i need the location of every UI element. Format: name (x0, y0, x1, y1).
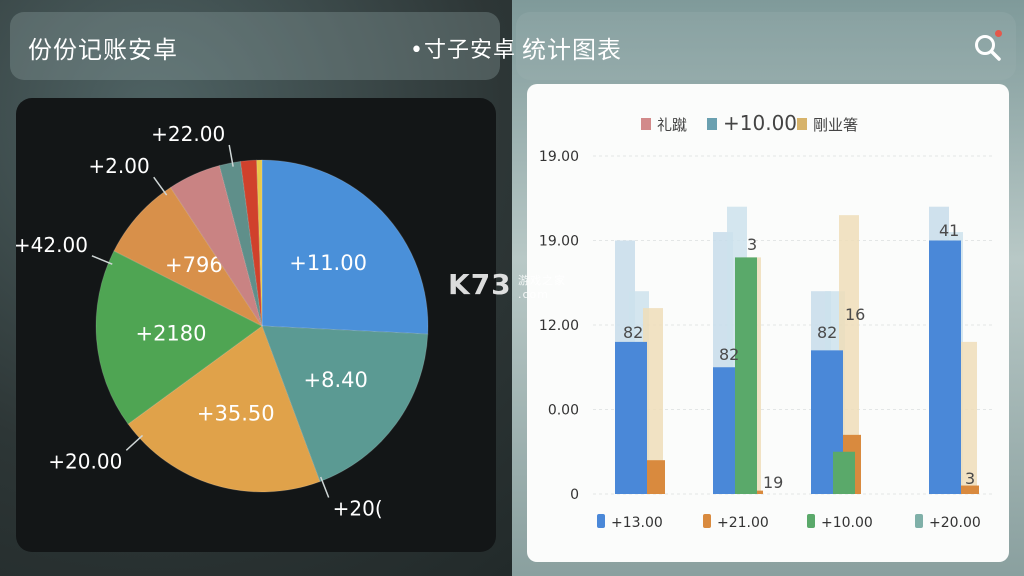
app-title: 份份记账安卓 (28, 36, 178, 64)
bar-value-label: 19 (763, 473, 783, 492)
bar (615, 341, 647, 494)
legend-label: 礼蹴 (657, 116, 687, 134)
legend-bottom-swatch (807, 514, 815, 528)
legend-bottom-label: +13.00 (611, 515, 663, 531)
pie-callout-label: +20( (333, 496, 383, 520)
y-tick-label: 0 (570, 487, 579, 503)
watermark-logo: K73 游戏之家 .com (448, 268, 565, 301)
pie-slice-label: +35.50 (197, 401, 275, 425)
legend-bottom-swatch (703, 514, 711, 528)
pie-callout-line (125, 434, 144, 451)
bar (833, 451, 855, 494)
bar-value-label: 82 (817, 323, 837, 342)
pie-callout-label: +42.00 (16, 233, 88, 257)
bar (647, 460, 665, 494)
y-tick-label: 0.00 (548, 403, 579, 419)
watermark-cn: 游戏之家 (518, 274, 566, 287)
bar-value-label: 3 (747, 235, 757, 254)
pie-callout-line (153, 176, 168, 196)
legend-bottom-label: +21.00 (717, 515, 769, 531)
pie-callout-label: +22.00 (151, 122, 225, 146)
legend-swatch (641, 118, 651, 130)
legend-bottom-label: +10.00 (821, 515, 873, 531)
legend-label: +10.00 (723, 111, 797, 135)
pie-slice-label: +11.00 (289, 251, 367, 275)
y-tick-label: 19.00 (539, 234, 579, 250)
bar-value-label: 82 (623, 323, 643, 342)
bar (735, 257, 757, 494)
notification-dot (995, 30, 1002, 37)
legend-swatch (707, 118, 717, 130)
bar (929, 240, 961, 494)
bar-chart: 礼蹴 +10.00 剛业箸 19.00 19.00 12.00 0.00 0 82 82 3 19 82… (539, 111, 993, 531)
pie-callout-label: +20.00 (48, 449, 122, 473)
pie-chart: +11.00 +8.40 +35.50 +2180 +796 +22.00+2.00 +42… (16, 122, 429, 520)
app-subtitle: •寸子安卓 (410, 38, 516, 63)
pie-chart-panel: +11.00 +8.40 +35.50 +2180 +796 +22.00 +2.00 +42… (16, 98, 496, 552)
pie-slice-label: +8.40 (304, 368, 368, 392)
search-button[interactable] (972, 30, 1004, 64)
watermark-logo-text: K73 (448, 268, 512, 301)
pie-slice-label: +796 (165, 253, 223, 277)
pie-callout-label: +2.00 (88, 154, 149, 178)
bar-value-label: 3 (965, 469, 975, 488)
y-tick-label: 19.00 (539, 149, 579, 165)
bar-chart-card: 礼蹴 +10.00 剛业箸 19.00 19.00 12.00 0.00 0 82 82 3 19 82… (527, 84, 1009, 562)
bar-value-label: 16 (845, 305, 865, 324)
pie-slice-label: +2180 (135, 321, 206, 345)
stats-page-title: 统计图表 (522, 36, 622, 64)
legend-label: 剛业箸 (813, 116, 858, 134)
y-tick-label: 12.00 (539, 318, 579, 334)
pie-slice (261, 159, 429, 335)
watermark-domain: .com (518, 288, 549, 301)
legend-bottom-label: +20.00 (929, 515, 981, 531)
bar-value-label: 82 (719, 345, 739, 364)
legend-bottom-swatch (915, 514, 923, 528)
bar-value-label: 41 (939, 221, 959, 240)
legend-bottom-swatch (597, 514, 605, 528)
legend-swatch (797, 118, 807, 130)
